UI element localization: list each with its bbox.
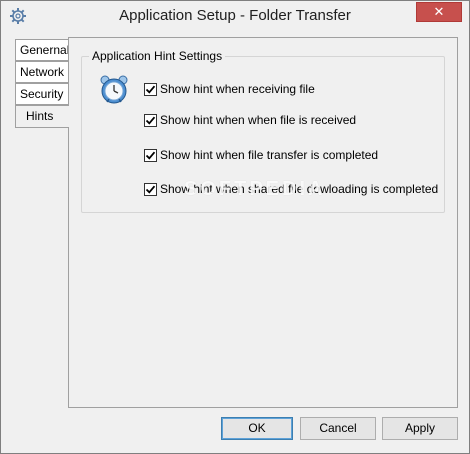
check-icon xyxy=(145,151,156,160)
checkbox-label: Show hint when file transfer is complete… xyxy=(160,148,379,162)
hint-option-receiving[interactable]: Show hint when receiving file xyxy=(144,81,315,97)
tab-label: Security xyxy=(20,87,64,101)
check-icon xyxy=(145,116,156,125)
checkbox-label: Show hint when when file is received xyxy=(160,113,357,127)
title-bar[interactable]: Application Setup - Folder Transfer ✕ xyxy=(1,1,469,32)
apply-button[interactable]: Apply xyxy=(382,417,458,440)
tab-label: Network xyxy=(20,65,65,79)
window-title: Application Setup - Folder Transfer xyxy=(119,7,351,24)
close-icon: ✕ xyxy=(433,4,445,19)
ok-button[interactable]: OK xyxy=(221,417,293,440)
tab-panel-hints: Application Hint Settings Show hint when… xyxy=(68,37,458,408)
tab-general[interactable]: Genernal xyxy=(15,39,69,61)
check-icon xyxy=(145,85,156,94)
cancel-button[interactable]: Cancel xyxy=(300,417,376,440)
tab-hints[interactable]: Hints xyxy=(15,105,69,128)
checkbox-transfer-completed[interactable] xyxy=(144,148,157,162)
close-button[interactable]: ✕ xyxy=(416,2,462,22)
tab-label: Hints xyxy=(26,109,54,123)
group-title: Application Hint Settings xyxy=(89,49,226,63)
tab-network[interactable]: Network xyxy=(15,61,69,83)
watermark: SOFTPEDIA xyxy=(184,178,326,200)
tab-label: Genernal xyxy=(20,43,70,57)
alarm-clock-icon xyxy=(98,73,130,105)
checkbox-receiving[interactable] xyxy=(144,82,157,96)
application-setup-window: Application Setup - Folder Transfer ✕ Ge… xyxy=(0,0,470,454)
checkbox-received[interactable] xyxy=(144,113,157,127)
hint-option-transfer-completed[interactable]: Show hint when file transfer is complete… xyxy=(144,147,378,163)
tab-security[interactable]: Security xyxy=(15,83,69,105)
hint-option-received[interactable]: Show hint when when file is received xyxy=(144,112,356,128)
checkbox-shared-download-completed[interactable] xyxy=(144,182,157,196)
checkbox-label: Show hint when receiving file xyxy=(160,82,315,96)
check-icon xyxy=(145,185,156,194)
